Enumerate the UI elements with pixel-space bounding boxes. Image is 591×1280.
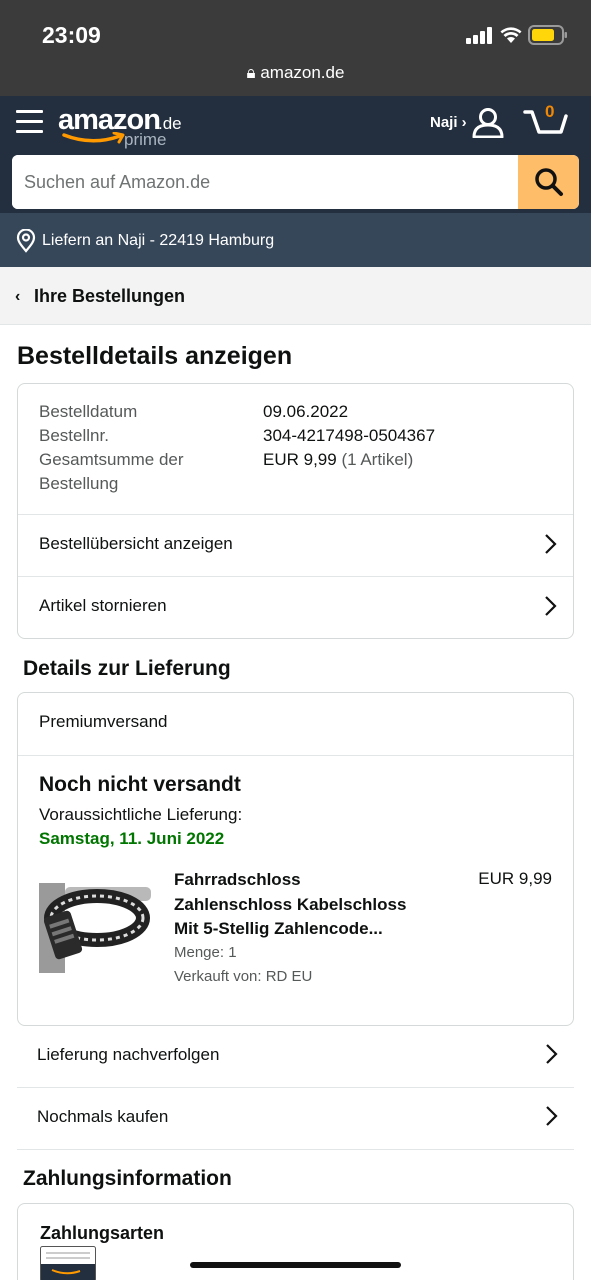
chevron-left-icon: ‹ xyxy=(15,288,21,305)
wifi-icon xyxy=(500,27,522,43)
deliver-to-bar[interactable]: Liefern an Naji - 22419 Hamburg xyxy=(0,213,591,267)
cancel-items-link[interactable]: Artikel stornieren xyxy=(18,576,573,638)
payment-methods-label: Zahlungsarten xyxy=(40,1223,165,1243)
order-total-value: EUR 9,99 (1 Artikel) xyxy=(263,450,414,469)
chevron-right-icon xyxy=(545,534,557,554)
deliver-to-text: Liefern an Naji - 22419 Hamburg xyxy=(42,232,275,249)
search-icon xyxy=(534,168,563,196)
delivery-section-title: Details zur Lieferung xyxy=(23,657,231,680)
search-button[interactable] xyxy=(518,155,579,209)
smile-icon xyxy=(62,132,125,144)
location-pin-icon xyxy=(16,229,36,253)
payment-card: Zahlungsarten xyxy=(17,1203,574,1280)
page-title: Bestelldetails anzeigen xyxy=(17,342,293,370)
product-seller: Verkauft von: RD EU xyxy=(174,968,313,985)
order-total-label: Gesamtsumme der Bestellung xyxy=(39,450,184,493)
view-order-summary-link[interactable]: Bestellübersicht anzeigen xyxy=(18,514,573,576)
battery-icon xyxy=(528,25,567,45)
status-bar: 23:09 🔒︎ amazon.de xyxy=(0,0,591,96)
chevron-right-icon xyxy=(546,1044,558,1064)
shipping-method: Premiumversand xyxy=(39,712,168,731)
order-number-label: Bestellnr. xyxy=(39,426,109,445)
product-quantity: Menge: 1 xyxy=(174,944,237,961)
breadcrumb-label: Ihre Bestellungen xyxy=(34,286,186,306)
signal-icon xyxy=(466,27,492,44)
menu-icon[interactable] xyxy=(16,110,43,136)
product-title[interactable]: Fahrradschloss Zahlenschloss Kabelschlos… xyxy=(174,868,406,942)
chevron-right-icon xyxy=(545,596,557,616)
buy-again-link[interactable]: Nochmals kaufen xyxy=(17,1088,574,1150)
breadcrumb[interactable]: ‹ Ihre Bestellungen xyxy=(0,267,591,325)
home-indicator[interactable] xyxy=(190,1262,401,1268)
order-date-value: 09.06.2022 xyxy=(263,402,349,421)
amazon-logo[interactable]: amazon .de prime xyxy=(58,104,188,152)
order-number-value: 304-4217498-0504367 xyxy=(263,426,436,445)
user-icon[interactable] xyxy=(472,108,504,138)
chevron-right-icon xyxy=(546,1106,558,1126)
product-price: EUR 9,99 xyxy=(478,869,552,888)
url-text: amazon.de xyxy=(260,63,345,82)
expected-delivery-label: Voraussichtliche Lieferung: xyxy=(39,805,243,824)
expected-delivery-date: Samstag, 11. Juni 2022 xyxy=(39,829,225,848)
search-input[interactable] xyxy=(12,155,518,209)
payment-card-icon xyxy=(40,1246,96,1280)
order-item-count: (1 Artikel) xyxy=(341,450,414,469)
order-date-label: Bestelldatum xyxy=(39,402,138,421)
search-bar xyxy=(12,155,579,209)
cart-count: 0 xyxy=(545,102,555,121)
delivery-card: Premiumversand Noch nicht versandt Vorau… xyxy=(17,692,574,1026)
account-link[interactable]: Naji › xyxy=(430,114,467,131)
track-package-link[interactable]: Lieferung nachverfolgen xyxy=(17,1026,574,1088)
product-image[interactable] xyxy=(39,873,151,973)
address-bar[interactable]: 🔒︎ amazon.de xyxy=(0,63,591,83)
clock: 23:09 xyxy=(42,22,101,48)
order-summary-card: Bestelldatum 09.06.2022 Bestellnr. 304-4… xyxy=(17,383,574,639)
shipment-status: Noch nicht versandt xyxy=(39,773,241,796)
lock-icon: 🔒︎ xyxy=(246,63,256,82)
site-header: amazon .de prime Naji › 0 xyxy=(0,96,591,213)
payment-section-title: Zahlungsinformation xyxy=(23,1167,232,1190)
